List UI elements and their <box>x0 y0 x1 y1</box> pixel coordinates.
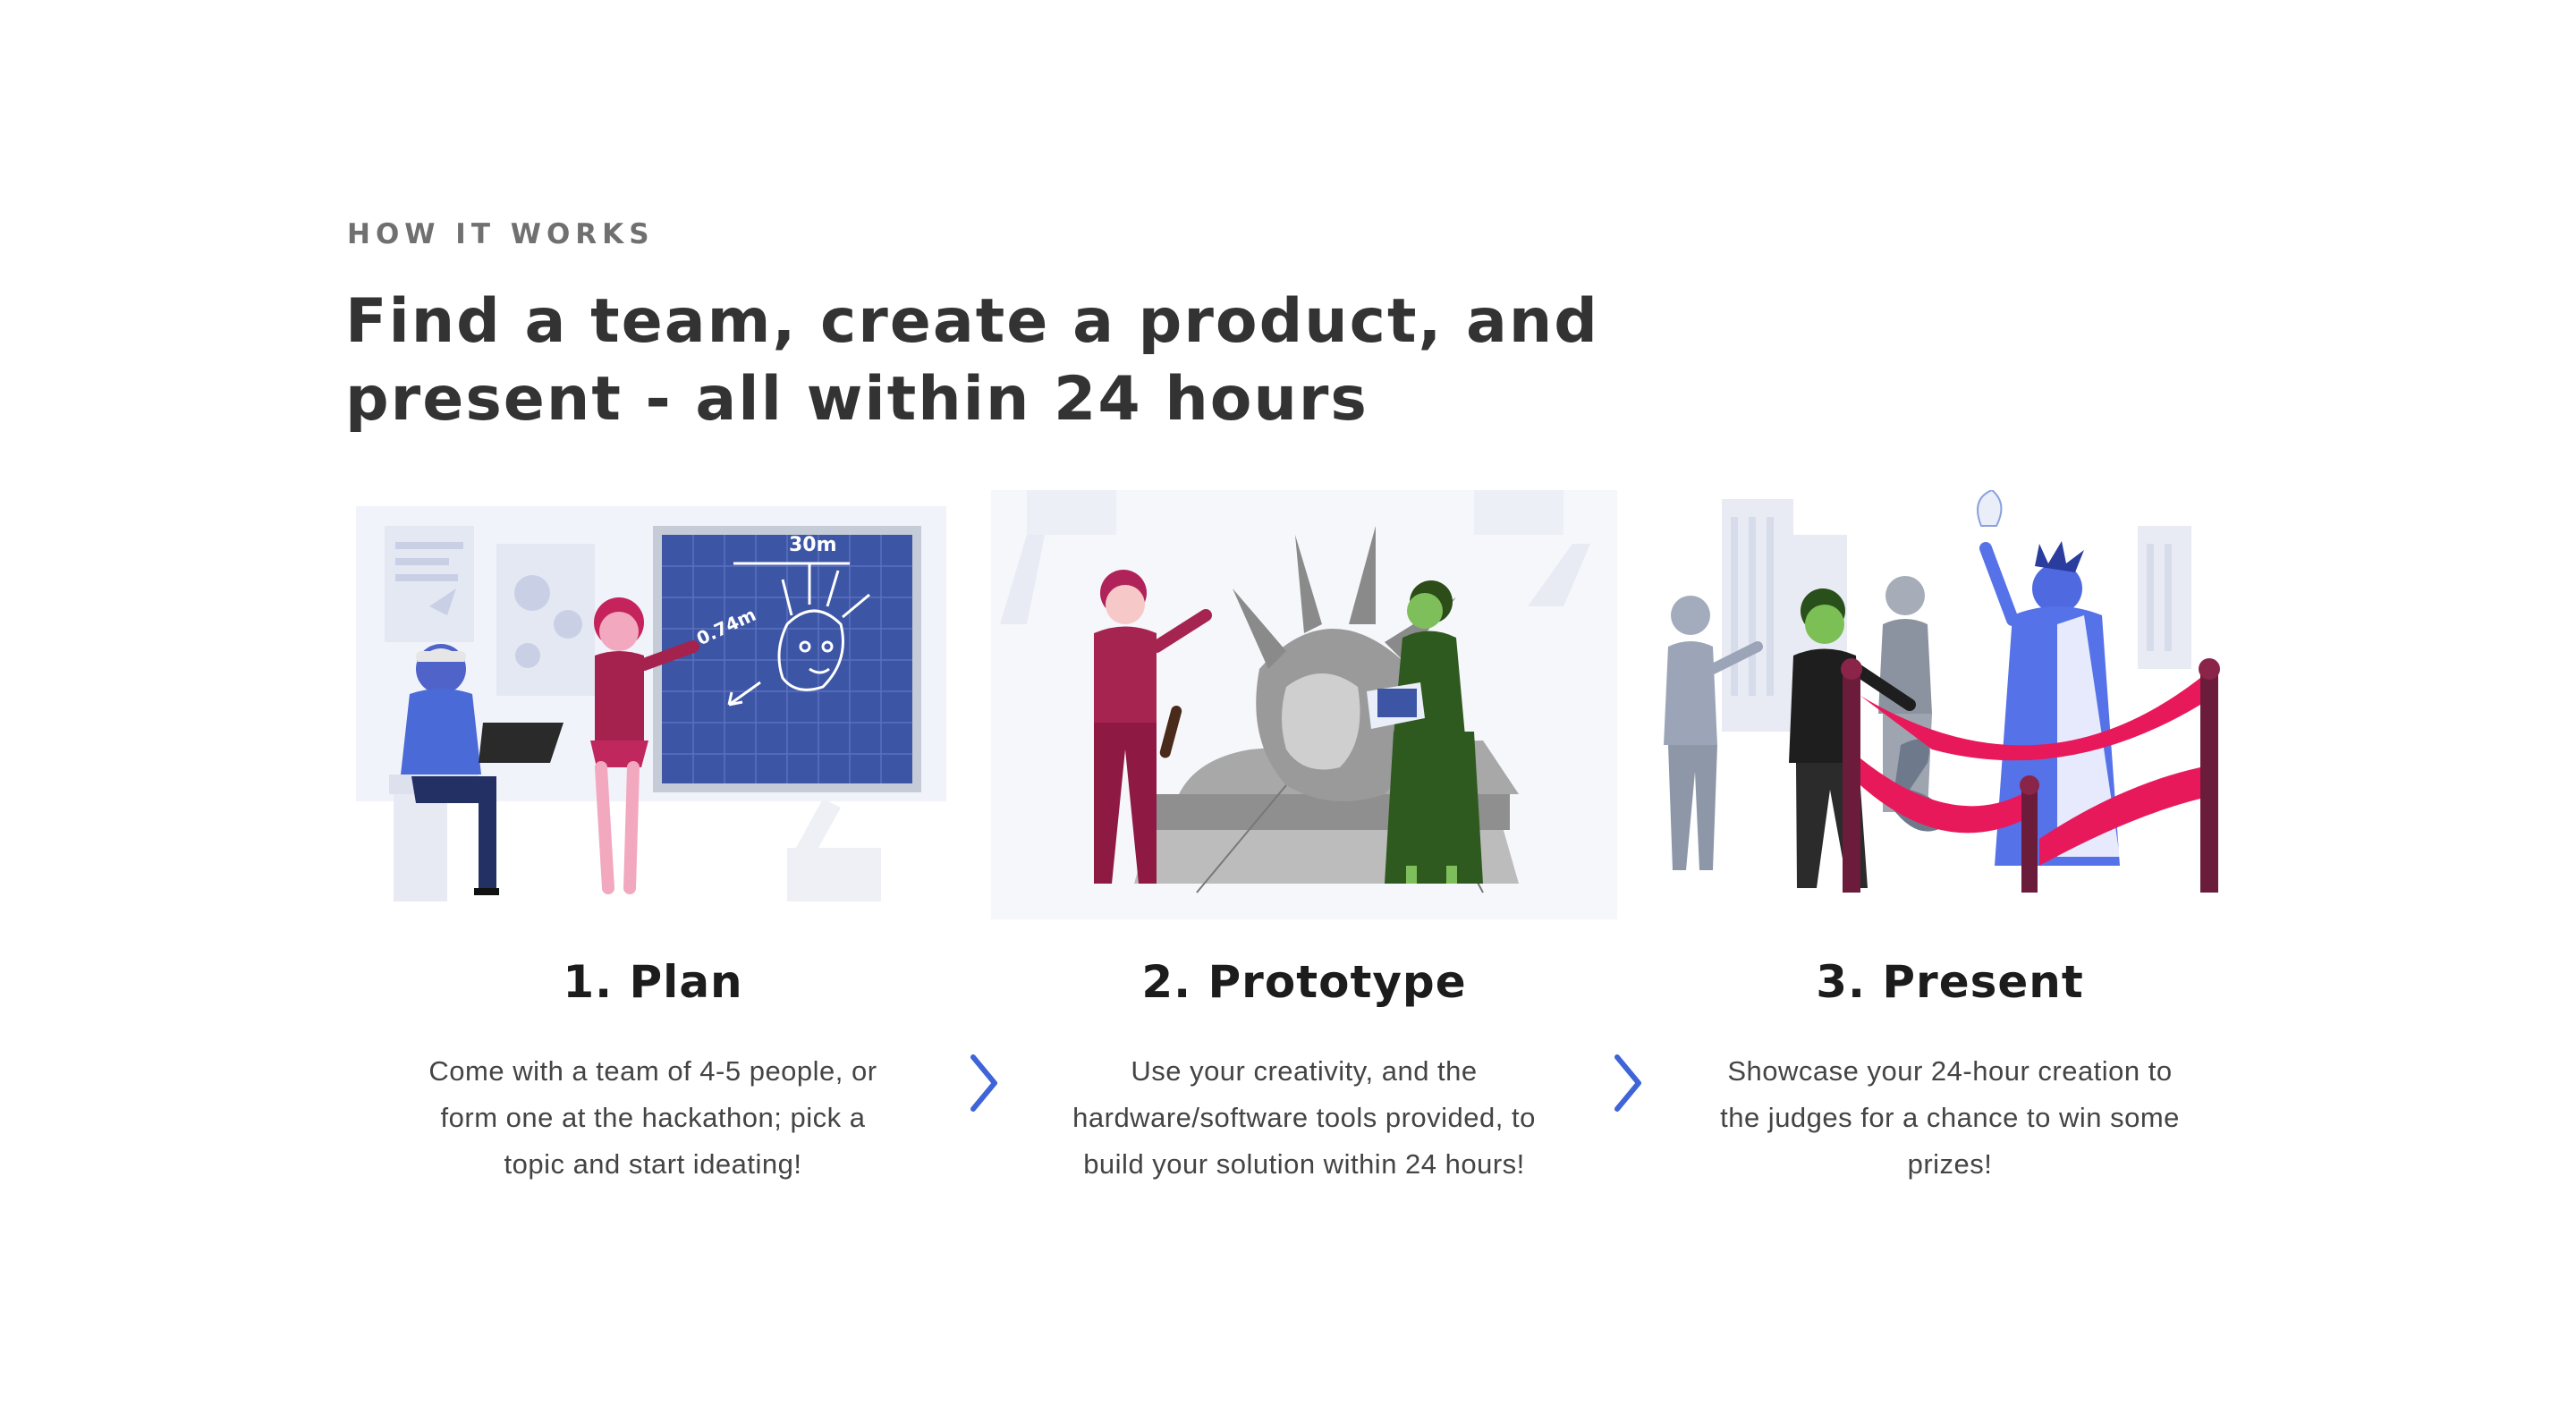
step-prototype-desc-line-1: Use your creativity, and the <box>1131 1055 1478 1087</box>
section-headline: Find a team, create a product, and prese… <box>345 283 1687 438</box>
step-plan-desc-line-3: topic and start ideating! <box>504 1148 802 1180</box>
step-present-desc-line-3: prizes! <box>1907 1148 1993 1180</box>
chevron-right-icon <box>1614 1054 1641 1112</box>
headline-line-1: Find a team, create a product, and <box>345 286 1599 357</box>
step-present-description: Showcase your 24-hour creation to the ju… <box>1673 1048 2227 1188</box>
prototype-illustration <box>991 490 1617 919</box>
step-plan-desc-line-1: Come with a team of 4-5 people, or <box>428 1055 877 1087</box>
step-prototype-desc-line-3: build your solution within 24 hours! <box>1083 1148 1525 1180</box>
blueprint-top-label: 30m <box>789 534 837 556</box>
chevron-right-icon <box>970 1054 997 1112</box>
step-present-desc-line-2: the judges for a chance to win some <box>1720 1102 2180 1133</box>
plan-illustration: 30m 0.74m <box>356 506 946 901</box>
step-prototype-title: 2. Prototype <box>1141 956 1467 1008</box>
present-illustration <box>1664 490 2220 893</box>
step-plan-desc-line-2: form one at the hackathon; pick a <box>440 1102 866 1133</box>
step-present-desc-line-1: Showcase your 24-hour creation to <box>1727 1055 2173 1087</box>
headline-line-2: present - all within 24 hours <box>345 364 1368 435</box>
section-eyebrow: HOW IT WORKS <box>347 218 655 250</box>
step-present-title: 3. Present <box>1816 956 2084 1008</box>
step-plan-description: Come with a team of 4-5 people, or form … <box>376 1048 930 1188</box>
step-prototype-desc-line-2: hardware/software tools provided, to <box>1072 1102 1536 1133</box>
step-plan-title: 1. Plan <box>563 956 743 1008</box>
step-prototype-description: Use your creativity, and the hardware/so… <box>1027 1048 1581 1188</box>
